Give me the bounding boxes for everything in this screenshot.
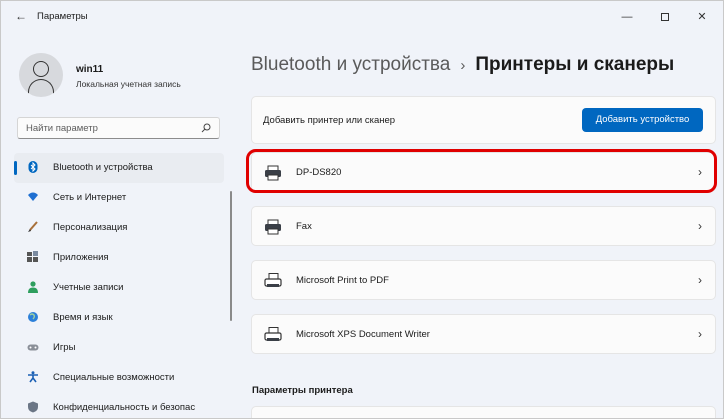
- sidebar-item-label: Приложения: [53, 252, 109, 263]
- settings-window: ← Параметры — ✕ win11 Локальная учетная …: [0, 0, 724, 419]
- apps-icon: [27, 251, 38, 262]
- sidebar-item-gaming[interactable]: Игры: [14, 333, 224, 363]
- search-icon: [201, 123, 211, 133]
- breadcrumb: Bluetooth и устройства › Принтеры и сканер…: [251, 54, 674, 76]
- sidebar-item-network[interactable]: Сеть и Интернет: [14, 183, 224, 213]
- avatar-head-icon: [33, 61, 49, 77]
- avatar-body-icon: [28, 79, 54, 97]
- sidebar-item-label: Персонализация: [53, 222, 128, 233]
- chevron-right-icon: ›: [698, 219, 702, 233]
- device-name: DP-DS820: [296, 167, 342, 178]
- maximize-button[interactable]: [650, 7, 680, 27]
- shield-icon: [28, 401, 38, 413]
- device-name: Fax: [296, 221, 312, 232]
- device-row-xps-writer[interactable]: Microsoft XPS Document Writer ›: [251, 314, 716, 354]
- device-name: Microsoft XPS Document Writer: [296, 329, 430, 340]
- accessibility-icon: [28, 371, 38, 383]
- pdf-printer-icon: [264, 327, 282, 341]
- sidebar-item-privacy[interactable]: Конфиденциальность и безопас: [14, 393, 224, 418]
- sidebar-item-label: Специальные возможности: [53, 372, 175, 383]
- sidebar-item-label: Сеть и Интернет: [53, 192, 127, 203]
- printer-icon: [265, 165, 281, 181]
- add-printer-label: Добавить принтер или сканер: [263, 115, 396, 126]
- back-arrow-icon[interactable]: ←: [15, 9, 29, 23]
- bluetooth-icon: [28, 161, 38, 173]
- breadcrumb-separator-icon: ›: [460, 57, 466, 74]
- wifi-icon: [28, 192, 38, 201]
- add-printer-card: Добавить принтер или сканер Добавить уст…: [251, 96, 716, 144]
- breadcrumb-parent[interactable]: Bluetooth и устройства: [251, 54, 450, 75]
- sidebar-item-apps[interactable]: Приложения: [14, 243, 224, 273]
- device-row-dp-ds820[interactable]: DP-DS820 ›: [251, 152, 716, 192]
- title-bar: ← Параметры — ✕: [1, 1, 723, 33]
- user-name: win11: [76, 64, 104, 75]
- pdf-printer-icon: [264, 273, 282, 287]
- device-row-print-to-pdf[interactable]: Microsoft Print to PDF ›: [251, 260, 716, 300]
- chevron-right-icon: ›: [698, 273, 702, 287]
- printer-settings-heading: Параметры принтера: [252, 385, 353, 396]
- sidebar-item-label: Игры: [53, 342, 76, 353]
- globe-icon: [28, 312, 38, 322]
- person-icon: [28, 281, 38, 293]
- sidebar-item-accounts[interactable]: Учетные записи: [14, 273, 224, 303]
- brush-icon: [28, 221, 38, 232]
- gamepad-icon: [27, 344, 39, 351]
- page-title: Принтеры и сканеры: [475, 54, 675, 75]
- sidebar-item-label: Учетные записи: [53, 282, 124, 293]
- sidebar-item-label: Время и язык: [53, 312, 113, 323]
- printer-icon: [265, 219, 281, 235]
- maximize-icon: [661, 13, 669, 22]
- close-button[interactable]: ✕: [687, 7, 717, 27]
- sidebar-item-label: Bluetooth и устройства: [53, 162, 153, 173]
- active-indicator: [14, 161, 17, 175]
- sidebar-scrollbar[interactable]: [230, 191, 232, 321]
- avatar: [19, 53, 63, 97]
- add-device-button[interactable]: Добавить устройство: [582, 108, 703, 132]
- account-type: Локальная учетная запись: [76, 79, 181, 89]
- search-input[interactable]: Найти параметр: [17, 117, 220, 139]
- app-title: Параметры: [37, 11, 88, 22]
- chevron-right-icon: ›: [698, 327, 702, 341]
- minimize-button[interactable]: —: [612, 7, 642, 27]
- search-placeholder: Найти параметр: [26, 123, 98, 134]
- sidebar-item-personalization[interactable]: Персонализация: [14, 213, 224, 243]
- chevron-right-icon: ›: [698, 165, 702, 179]
- sidebar-item-accessibility[interactable]: Специальные возможности: [14, 363, 224, 393]
- printer-settings-card[interactable]: [251, 406, 716, 418]
- sidebar-item-time-language[interactable]: Время и язык: [14, 303, 224, 333]
- sidebar-item-bluetooth[interactable]: Bluetooth и устройства: [14, 153, 224, 183]
- device-name: Microsoft Print to PDF: [296, 275, 389, 286]
- sidebar-nav: Bluetooth и устройства Сеть и Интернет П…: [14, 153, 229, 418]
- device-row-fax[interactable]: Fax ›: [251, 206, 716, 246]
- sidebar-item-label: Конфиденциальность и безопас: [53, 402, 196, 413]
